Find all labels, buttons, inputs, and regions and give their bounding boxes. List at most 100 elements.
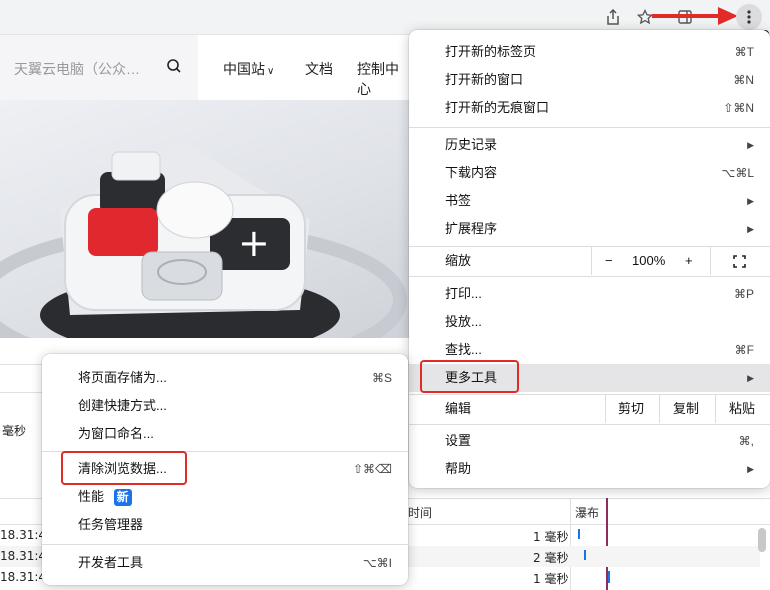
menu-new-window[interactable]: 打开新的窗口 ⌘N [409, 66, 770, 94]
menu-cast[interactable]: 投放... [409, 308, 770, 336]
menu-name-window[interactable]: 为窗口命名... [42, 420, 408, 448]
nav-region-label: 中国站 [223, 61, 265, 77]
svg-text:+: + [238, 221, 270, 265]
menu-developer-tools[interactable]: 开发者工具 ⌥⌘I [42, 549, 408, 577]
site-header: 天翼云电脑（公众… 中国站 ∨ 文档 控制中心 [0, 35, 410, 100]
nav-region[interactable]: 中国站 ∨ [223, 59, 274, 79]
separator [409, 127, 770, 128]
nav-docs[interactable]: 文档 [305, 59, 333, 79]
separator [42, 544, 408, 545]
zoom-in-button[interactable]: + [685, 247, 693, 275]
menu-label: 任务管理器 [78, 517, 144, 532]
chevron-right-icon: ▶ [747, 464, 754, 474]
menu-history[interactable]: 历史记录 ▶ [409, 131, 770, 159]
shortcut: ⌥⌘I [362, 556, 392, 570]
divider [0, 392, 42, 393]
more-menu-icon[interactable] [736, 4, 762, 30]
menu-label: 缩放 [445, 253, 472, 268]
menu-label: 帮助 [445, 461, 472, 476]
menu-edit-row: 编辑 剪切 复制 粘贴 [409, 395, 770, 423]
menu-label: 设置 [445, 433, 472, 448]
shortcut: ⌘S [371, 371, 392, 385]
menu-label: 将页面存储为... [78, 370, 167, 385]
menu-label: 投放... [445, 314, 482, 329]
separator [409, 424, 770, 425]
menu-label: 创建快捷方式... [78, 398, 167, 413]
menu-label: 下载内容 [445, 165, 498, 180]
cut-button[interactable]: 剪切 [618, 395, 644, 423]
row-duration: 2 毫秒 [533, 551, 569, 565]
new-badge: 新 [113, 489, 132, 507]
nav-console[interactable]: 控制中心 [357, 59, 410, 99]
menu-help[interactable]: 帮助 ▶ [409, 455, 770, 483]
shortcut: ⌥⌘L [721, 166, 754, 180]
chevron-down-icon: ∨ [267, 66, 275, 77]
separator [409, 276, 770, 277]
zoom-level: 100% [632, 253, 666, 268]
menu-label: 性能 [78, 489, 105, 504]
shortcut: ⌘N [733, 73, 754, 87]
annotation-box-more-tools [420, 360, 519, 393]
time-column-header[interactable]: 时间 [408, 504, 432, 521]
menu-label: 打印... [445, 286, 482, 301]
zoom-divider [591, 247, 592, 275]
waterfall-bar [584, 550, 586, 560]
shortcut: ⌘T [734, 45, 754, 59]
menu-label: 历史记录 [445, 137, 498, 152]
menu-label: 打开新的窗口 [445, 72, 524, 87]
chevron-right-icon: ▶ [747, 140, 754, 150]
search-icon[interactable] [166, 58, 182, 74]
menu-extensions[interactable]: 扩展程序 ▶ [409, 215, 770, 243]
menu-label: 打开新的无痕窗口 [445, 100, 550, 115]
edit-divider [605, 395, 606, 423]
zoom-out-button[interactable]: − [605, 247, 613, 275]
shortcut: ⇧⌘⌫ [352, 462, 392, 476]
shortcut: ⌘F [734, 343, 754, 357]
chevron-right-icon: ▶ [747, 196, 754, 206]
edit-divider [715, 395, 716, 423]
shortcut: ⌘, [738, 434, 754, 448]
paste-button[interactable]: 粘贴 [729, 395, 755, 423]
row-duration: 1 毫秒 [533, 530, 569, 544]
search-placeholder: 天翼云电脑（公众… [14, 61, 140, 77]
menu-label: 编辑 [445, 401, 472, 416]
menu-label: 书签 [445, 193, 472, 208]
menu-task-manager[interactable]: 任务管理器 [42, 511, 408, 539]
menu-label: 打开新的标签页 [445, 44, 537, 59]
edit-divider [659, 395, 660, 423]
menu-new-tab[interactable]: 打开新的标签页 ⌘T [409, 38, 770, 66]
menu-settings[interactable]: 设置 ⌘, [409, 427, 770, 455]
hero-image: + [0, 100, 410, 338]
shortcut: ⌘P [733, 287, 754, 301]
menu-bookmarks[interactable]: 书签 ▶ [409, 187, 770, 215]
share-icon[interactable] [600, 4, 626, 30]
fullscreen-icon[interactable] [733, 255, 746, 268]
red-arrow-annotation [652, 7, 738, 25]
menu-label: 扩展程序 [445, 221, 498, 236]
menu-print[interactable]: 打印... ⌘P [409, 280, 770, 308]
menu-performance[interactable]: 性能 新 [42, 483, 408, 511]
menu-label: 查找... [445, 342, 482, 357]
menu-label: 开发者工具 [78, 555, 144, 570]
scrollbar[interactable] [758, 528, 766, 552]
copy-button[interactable]: 复制 [673, 395, 699, 423]
chrome-main-menu: 打开新的标签页 ⌘T 打开新的窗口 ⌘N 打开新的无痕窗口 ⇧⌘N 历史记录 ▶ 下载内… [409, 30, 770, 488]
zoom-divider [710, 247, 711, 275]
ms-label: 毫秒 [2, 424, 27, 438]
product-illustration: + [0, 140, 407, 338]
menu-create-shortcut[interactable]: 创建快捷方式... [42, 392, 408, 420]
menu-new-incognito[interactable]: 打开新的无痕窗口 ⇧⌘N [409, 94, 770, 122]
site-search-input[interactable]: 天翼云电脑（公众… [0, 35, 198, 100]
waterfall-bar [578, 529, 580, 539]
annotation-box-clear-data [61, 451, 187, 485]
chevron-right-icon: ▶ [747, 224, 754, 234]
menu-zoom: 缩放 − 100% + [409, 247, 770, 275]
menu-label: 为窗口命名... [78, 426, 154, 441]
waterfall-column-header[interactable]: 瀑布 [575, 504, 599, 521]
chevron-right-icon: ▶ [747, 373, 754, 383]
menu-save-page[interactable]: 将页面存储为... ⌘S [42, 364, 408, 392]
row-duration: 1 毫秒 [533, 572, 569, 586]
shortcut: ⇧⌘N [723, 101, 754, 115]
waterfall-bar [608, 571, 610, 583]
menu-downloads[interactable]: 下载内容 ⌥⌘L [409, 159, 770, 187]
